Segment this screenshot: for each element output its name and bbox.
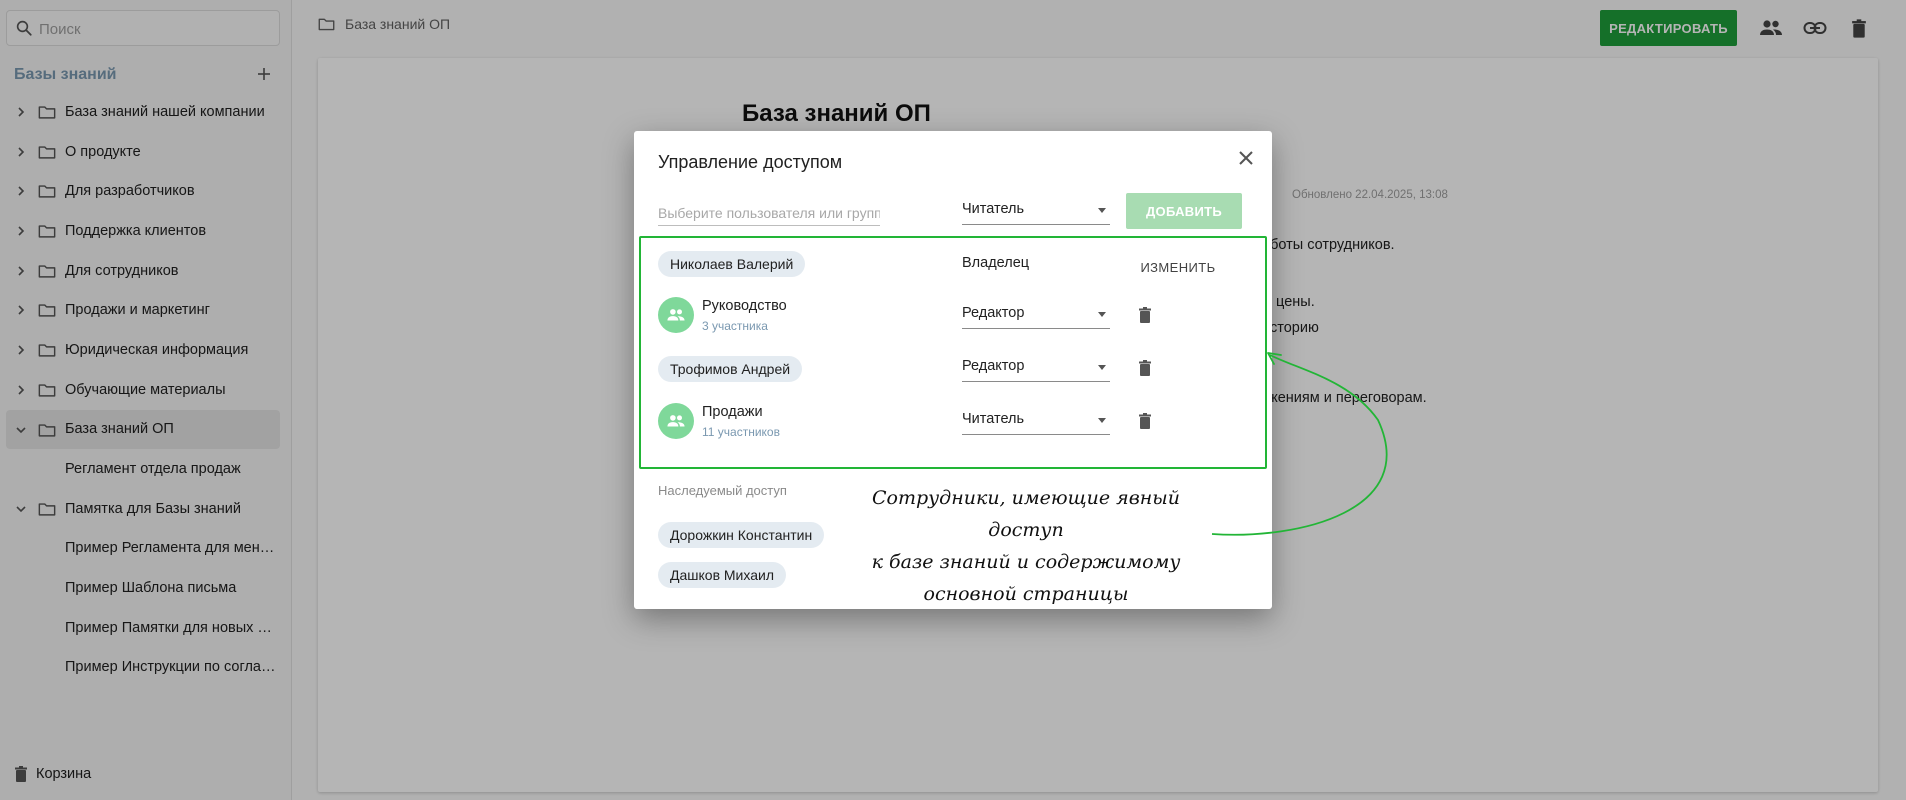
annotation-arrow bbox=[1211, 352, 1388, 536]
app-root: Базы знаний База знаний нашей компанииО … bbox=[0, 0, 1906, 800]
